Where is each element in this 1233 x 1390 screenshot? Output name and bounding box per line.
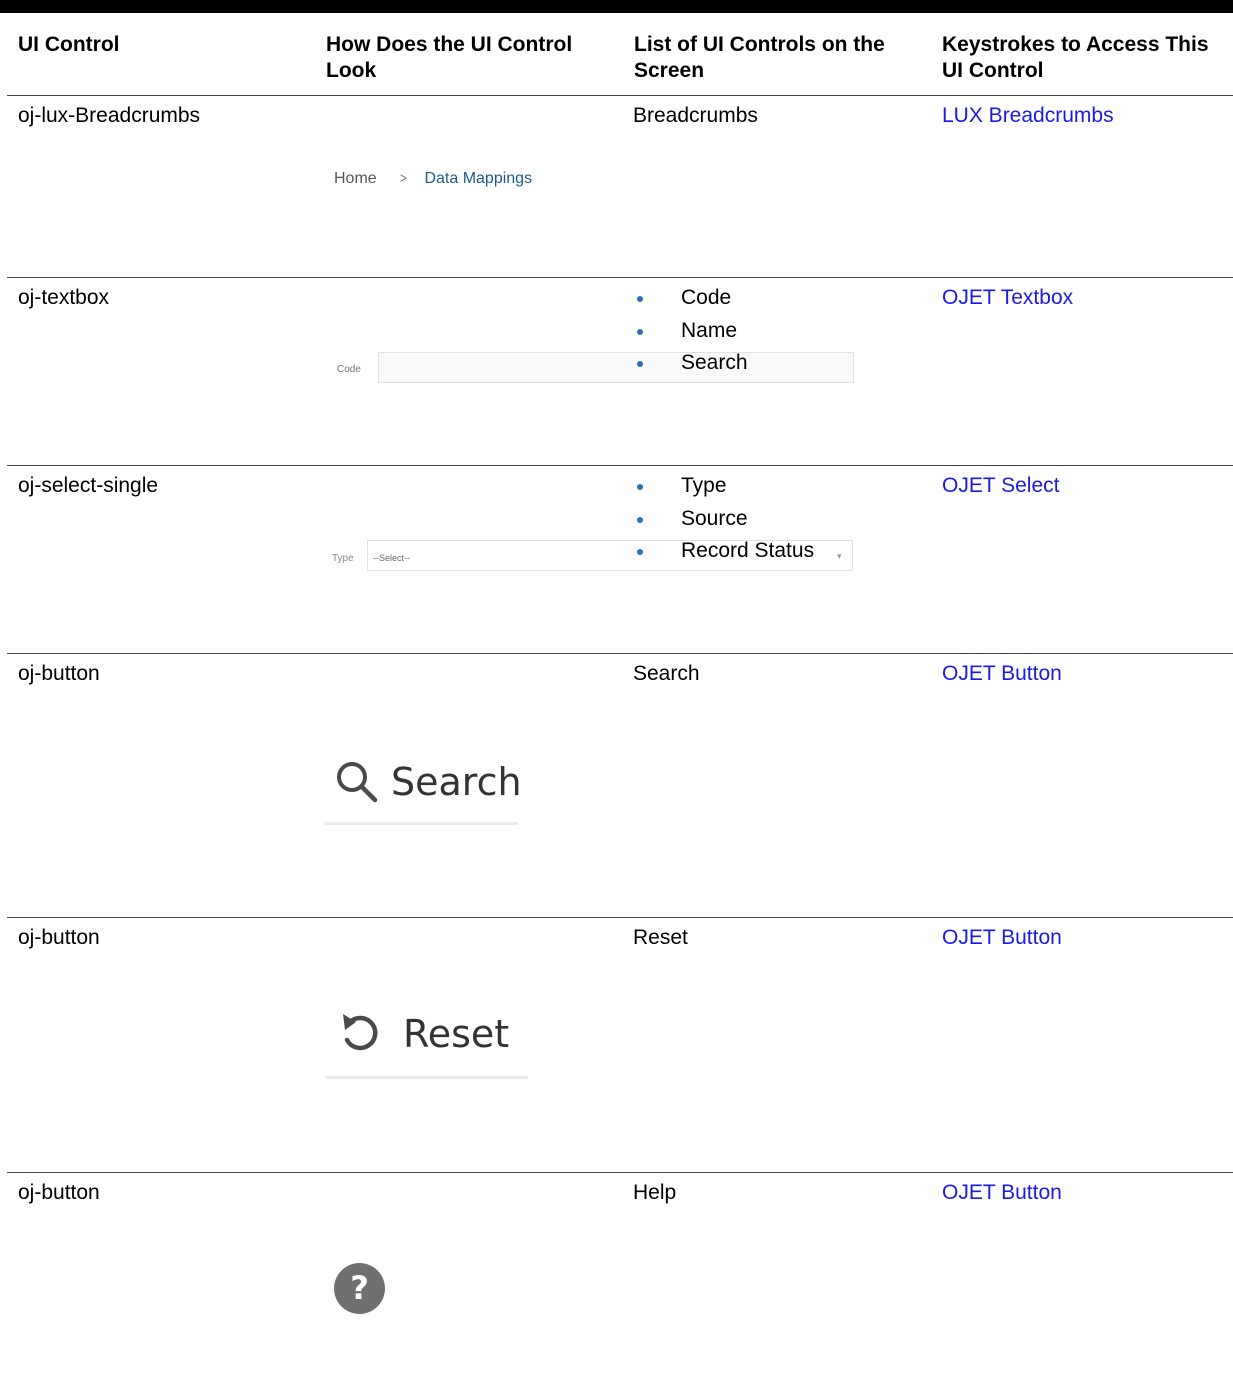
row-list-textbox: Code Name Search [633, 282, 748, 380]
row-list-breadcrumbs: Breadcrumbs [633, 104, 758, 127]
reset-button-label: Reset [403, 1012, 510, 1056]
reset-button-sample[interactable]: Reset [337, 1010, 509, 1058]
search-button-sample[interactable]: Search [333, 758, 522, 806]
list-item: Record Status [633, 535, 814, 568]
row-control-textbox: oj-textbox [18, 286, 110, 309]
row-divider [7, 1172, 1233, 1173]
chevron-right-icon: > [399, 170, 407, 187]
button-underline [325, 1076, 528, 1079]
header-ui-control: UI Control [18, 33, 120, 56]
header-keystrokes: Keystrokes to Access This UI Control [942, 33, 1209, 82]
row-control-select: oj-select-single [18, 474, 159, 497]
breadcrumb-sample: Home > Data Mappings [334, 170, 532, 188]
breadcrumb-current: Data Mappings [424, 170, 533, 187]
row-divider [7, 277, 1233, 278]
row-list-reset: Reset [633, 926, 688, 949]
top-border [0, 0, 1233, 13]
link-ojet-select[interactable]: OJET Select [942, 473, 1060, 499]
row-list-select: Type Source Record Status [633, 470, 814, 568]
header-ui-list: List of UI Controls on the Screen [634, 33, 885, 82]
select-sample-label: Type [332, 553, 354, 564]
search-icon [337, 762, 378, 803]
row-control-reset-button: oj-button [18, 926, 100, 949]
list-item: Type [633, 470, 814, 503]
row-list-search: Search [633, 662, 700, 685]
list-item: Search [633, 347, 748, 380]
link-ojet-textbox[interactable]: OJET Textbox [942, 285, 1073, 311]
textbox-sample-field[interactable] [378, 352, 854, 383]
row-list-help: Help [633, 1181, 677, 1204]
row-control-search-button: oj-button [18, 662, 100, 685]
row-divider [7, 465, 1233, 466]
list-item: Code [633, 282, 748, 315]
row-control-help-button: oj-button [18, 1181, 100, 1204]
row-divider [7, 653, 1233, 654]
help-icon[interactable]: ? [334, 1263, 385, 1314]
search-button-label: Search [391, 760, 522, 804]
button-underline [325, 822, 518, 825]
row-control-breadcrumbs: oj-lux-Breadcrumbs [18, 104, 201, 127]
breadcrumb-home[interactable]: Home [334, 170, 377, 187]
link-ojet-button[interactable]: OJET Button [942, 661, 1062, 687]
list-item: Source [633, 503, 814, 536]
header-ui-look: How Does the UI Control Look [326, 33, 573, 82]
row-divider [7, 917, 1233, 918]
textbox-sample-label: Code [337, 364, 361, 375]
link-ojet-button[interactable]: OJET Button [942, 1180, 1062, 1206]
list-item: Name [633, 315, 748, 348]
link-ojet-button[interactable]: OJET Button [942, 925, 1062, 951]
chevron-down-icon[interactable]: ▾ [837, 551, 842, 562]
link-lux-breadcrumbs[interactable]: LUX Breadcrumbs [942, 103, 1114, 129]
reset-icon [343, 1014, 378, 1051]
header-divider [7, 95, 1233, 96]
